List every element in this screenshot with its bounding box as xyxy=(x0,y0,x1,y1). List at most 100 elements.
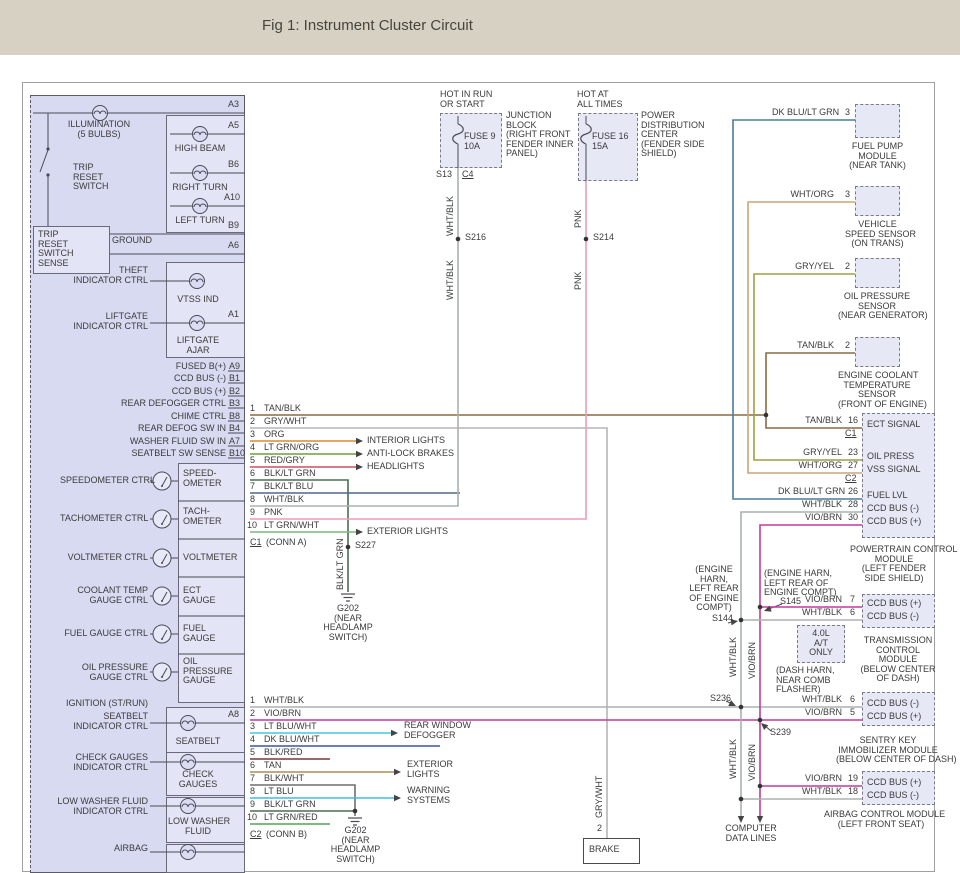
hot-all-label: HOT AT ALL TIMES xyxy=(577,90,623,109)
washer-label: LOW WASHER FLUID xyxy=(168,817,228,836)
pcm-c1: C1 xyxy=(845,429,857,439)
fuel-gauge-label: FUEL GAUGE xyxy=(183,624,216,643)
ca-9c: PNK xyxy=(264,508,283,518)
cb-7: 7 xyxy=(250,774,255,784)
cb-8: 8 xyxy=(250,787,255,797)
pin-b9: B9 xyxy=(228,221,239,231)
right-turn-label: RIGHT TURN xyxy=(168,183,232,193)
gauge-pivot-icon xyxy=(161,562,163,564)
warning-systems-label: WARNING SYSTEMS xyxy=(407,786,450,805)
skim-pin5-color: VIO/BRN xyxy=(780,708,842,718)
row-chime: CHIME CTRL xyxy=(100,412,226,422)
pcm-pin26: 26 xyxy=(848,487,858,497)
cb-9c: BLK/LT GRN xyxy=(264,800,316,810)
gauge-icon xyxy=(153,625,171,643)
pcm-fuel-lvl: FUEL LVL xyxy=(867,491,908,501)
acm-label: AIRBAG CONTROL MODULE (LEFT FRONT SEAT) xyxy=(824,810,938,829)
ca-10: 10 xyxy=(247,521,257,531)
exterior-lights-b-label: EXTERIOR LIGHTS xyxy=(407,760,453,779)
pin-a8: A8 xyxy=(228,710,239,720)
seatbelt-ctrl-label: SEATBELT INDICATOR CTRL xyxy=(60,712,148,731)
blkltgrn-v: BLK/LT GRN xyxy=(336,538,346,590)
arrowhead-icon xyxy=(356,464,363,470)
volt-label: VOLTMETER xyxy=(183,553,237,563)
arrowhead-icon xyxy=(394,795,401,801)
pin-b1: B1 xyxy=(229,374,240,384)
pnk-v1: PNK xyxy=(574,209,584,228)
seatbelt-label: SEATBELT xyxy=(168,737,228,747)
pcm-pin16-color: TAN/BLK xyxy=(780,416,842,426)
pin-a6: A6 xyxy=(228,241,239,251)
gauge-pivot-icon xyxy=(161,638,163,640)
junction-block-label: JUNCTION BLOCK (RIGHT FRONT FENDER INNER… xyxy=(506,111,574,159)
s214-label: S214 xyxy=(593,233,614,243)
trip-reset-switch-label: TRIP RESET SWITCH xyxy=(73,163,109,192)
ca-2c: GRY/WHT xyxy=(264,417,306,427)
tach-label: TACH- OMETER xyxy=(183,507,222,526)
liftgate-ajar-label: LIFTGATE AJAR xyxy=(168,336,228,355)
s227-label: S227 xyxy=(355,541,376,551)
liftgate-ctrl-label: LIFTGATE INDICATOR CTRL xyxy=(60,312,148,331)
splice-dot xyxy=(758,784,763,789)
pin-a5: A5 xyxy=(228,121,239,131)
pcm-pin27-color: WHT/ORG xyxy=(780,461,842,471)
speedo-ctrl-label: SPEEDOMETER CTRL xyxy=(60,476,148,486)
skim-pin5: 5 xyxy=(850,708,855,718)
pcm-pin23-color: GRY/YEL xyxy=(780,448,842,458)
gauge-pivot-icon xyxy=(161,523,163,525)
cb-5: 5 xyxy=(250,748,255,758)
cb-4: 4 xyxy=(250,735,255,745)
skim-label: SENTRY KEY IMMOBILIZER MODULE (BELOW CEN… xyxy=(836,736,940,765)
gauge-icon xyxy=(153,663,171,681)
oil-gauge-label: OIL PRESSURE GAUGE xyxy=(183,657,233,686)
vss-wire-label: WHT/ORG xyxy=(772,190,834,200)
arrowhead-icon xyxy=(356,451,363,457)
grywht-v: GRY/WHT xyxy=(595,776,605,818)
splice-dot xyxy=(456,237,461,242)
high-beam-label: HIGH BEAM xyxy=(168,144,232,154)
ca-3: 3 xyxy=(250,430,255,440)
pin-b6: B6 xyxy=(228,160,239,170)
c1-name: (CONN A) xyxy=(266,538,307,548)
ca-2: 2 xyxy=(250,417,255,427)
arrowhead-icon xyxy=(356,529,363,535)
whtblk-v1: WHT/BLK xyxy=(446,196,456,236)
ect-gauge-label: ECT GAUGE xyxy=(183,586,216,605)
cb-1c: WHT/BLK xyxy=(264,696,304,706)
pin-a10: A10 xyxy=(224,193,240,203)
vss-label: VEHICLE SPEED SENSOR (ON TRANS) xyxy=(845,220,910,249)
cb-10c: LT GRN/RED xyxy=(264,813,318,823)
gauge-icon xyxy=(153,510,171,528)
gauge-icon xyxy=(153,587,171,605)
c2-label: C2 xyxy=(250,830,262,840)
switch-terminal-icon xyxy=(46,147,49,150)
pdc-label: POWER DISTRIBUTION CENTER (FENDER SIDE S… xyxy=(641,111,705,159)
gauge-icon xyxy=(153,472,171,490)
theft-ctrl-label: THEFT INDICATOR CTRL xyxy=(60,266,148,285)
ground-label: GROUND xyxy=(112,236,152,246)
g202b-label: G202 (NEAR HEADLAMP SWITCH) xyxy=(318,826,393,864)
pcm-ccd-plus: CCD BUS (+) xyxy=(867,517,921,527)
row-ccd-minus: CCD BUS (-) xyxy=(100,374,226,384)
interior-lights-label: INTERIOR LIGHTS xyxy=(367,436,445,446)
row-rear-defog-sw: REAR DEFOG SW IN xyxy=(100,424,226,434)
wiring-diagram: ILLUMINATION (5 BULBS)TRIP RESET SWITCHH… xyxy=(0,0,960,864)
ca-4: 4 xyxy=(250,443,255,453)
arrowhead-icon xyxy=(391,730,398,736)
vtss-label: VTSS IND xyxy=(168,295,228,305)
pcm-oil-press: OIL PRESS xyxy=(867,452,914,462)
cb-4c: DK BLU/WHT xyxy=(264,735,320,745)
ect-wire-label: TAN/BLK xyxy=(772,341,834,351)
pcm-pin28: 28 xyxy=(848,500,858,510)
pin-b3: B3 xyxy=(229,399,240,409)
row-fused-b: FUSED B(+) xyxy=(100,362,226,372)
pcm-c2: C2 xyxy=(845,474,857,484)
acm-ccd-plus: CCD BUS (+) xyxy=(867,778,921,788)
cb-9: 9 xyxy=(250,800,255,810)
pcm-label: POWERTRAIN CONTROL MODULE (LEFT FENDER S… xyxy=(850,545,938,583)
splice-dot xyxy=(739,618,744,623)
pcm-pin30-color: VIO/BRN xyxy=(780,513,842,523)
ca-8c: WHT/BLK xyxy=(264,495,304,505)
acm-pin18: 18 xyxy=(848,787,858,797)
c2-name: (CONN B) xyxy=(266,830,307,840)
